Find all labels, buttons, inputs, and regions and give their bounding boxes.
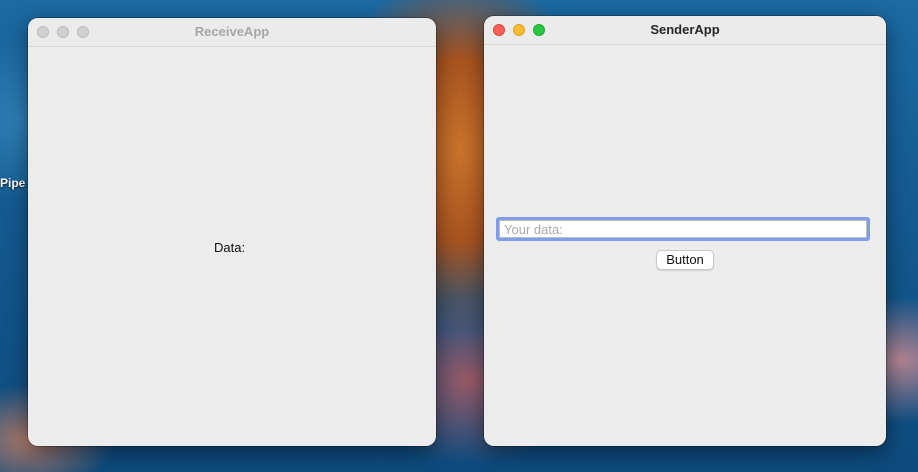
sender-app-window: SenderApp Button [484, 16, 886, 446]
window-title: SenderApp [650, 22, 720, 37]
sender-app-content: Button [484, 45, 886, 446]
send-button[interactable]: Button [656, 250, 714, 270]
receive-app-content: Data: [28, 47, 436, 446]
receive-app-window: ReceiveApp Data: [28, 18, 436, 446]
receive-app-titlebar[interactable]: ReceiveApp [28, 18, 436, 47]
window-title: ReceiveApp [194, 24, 270, 39]
desktop-icon-label[interactable]: Pipe [0, 176, 25, 190]
sender-app-titlebar[interactable]: SenderApp [484, 16, 886, 45]
data-input[interactable] [499, 220, 867, 238]
data-label: Data: [214, 240, 246, 255]
